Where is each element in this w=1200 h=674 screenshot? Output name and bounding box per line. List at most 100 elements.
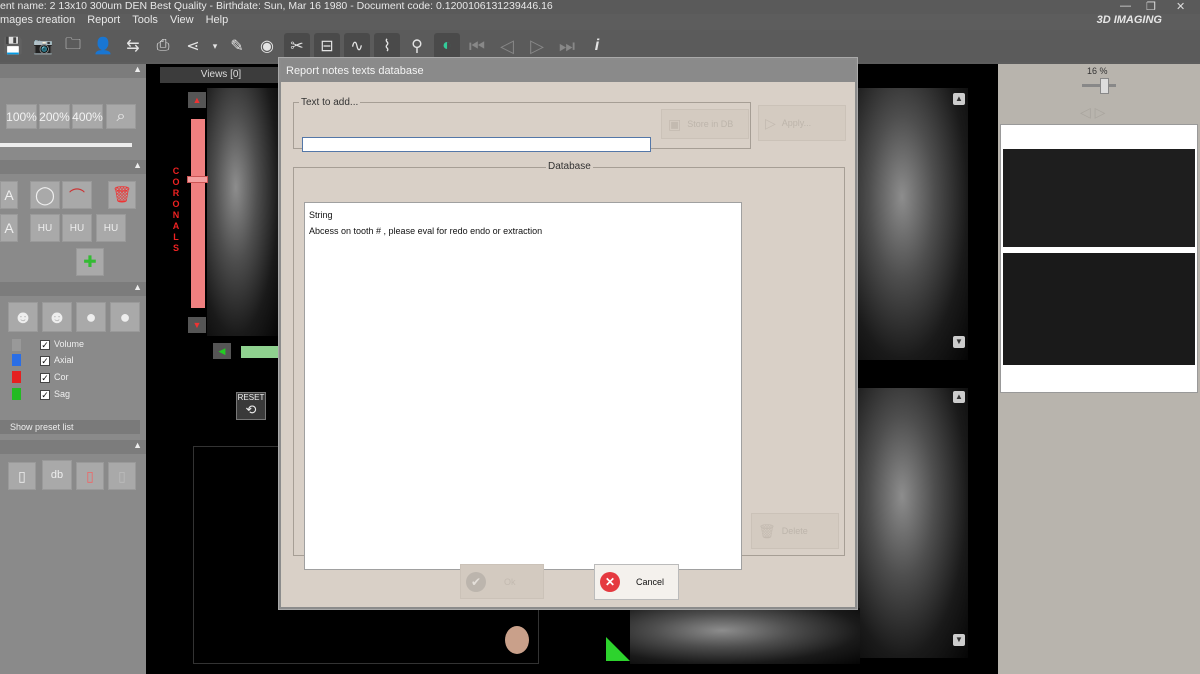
store-in-db-button[interactable]: ▣ Store in DB bbox=[661, 109, 749, 139]
info-icon[interactable]: i bbox=[584, 33, 610, 59]
coronal-down-button[interactable]: ▼ bbox=[188, 317, 206, 333]
coronal-slice-image[interactable] bbox=[207, 88, 279, 336]
share-icon[interactable]: ⋖ bbox=[180, 33, 206, 59]
curve-tool-icon[interactable]: ⌒ bbox=[62, 181, 92, 209]
panoramic-tool-icon[interactable]: ⊟ bbox=[314, 33, 340, 59]
transfer-icon[interactable]: ⇆ bbox=[120, 33, 146, 59]
scroll-down-icon[interactable]: ▼ bbox=[953, 634, 965, 646]
database-list[interactable]: String Abcess on tooth # , please eval f… bbox=[304, 202, 742, 570]
sag-swatch bbox=[12, 388, 21, 400]
head-back-icon[interactable]: ☻ bbox=[42, 302, 72, 332]
menu-bar: mages creation Report Tools View Help bbox=[0, 14, 228, 30]
angle-tool-icon[interactable]: A bbox=[0, 214, 18, 242]
head-front-icon[interactable]: ● bbox=[110, 302, 140, 332]
axial-checkbox[interactable]: ✓ bbox=[40, 356, 50, 366]
patient-icon[interactable]: 👤 bbox=[90, 33, 116, 59]
text-to-add-input[interactable] bbox=[302, 137, 651, 152]
previous-icon[interactable]: ◁ bbox=[494, 33, 520, 59]
coronal-up-button[interactable]: ▲ bbox=[188, 92, 206, 108]
trash-icon[interactable]: 🗑 bbox=[108, 181, 136, 209]
menu-report[interactable]: Report bbox=[87, 14, 120, 30]
trash-icon: 🗑 bbox=[758, 522, 776, 539]
apply-button[interactable]: ▷ Apply... bbox=[758, 105, 846, 141]
ok-button[interactable]: ✔ Ok bbox=[460, 564, 544, 599]
zoom-magnifier-icon[interactable]: ⌕ bbox=[106, 104, 136, 129]
cor-swatch bbox=[12, 371, 21, 383]
report-page-preview[interactable] bbox=[1000, 124, 1198, 393]
scroll-down-icon[interactable]: ▼ bbox=[953, 336, 965, 348]
axial-slice-image[interactable] bbox=[858, 88, 968, 360]
document-icon[interactable]: ▯ bbox=[8, 462, 36, 490]
preview-zoom-track[interactable] bbox=[1082, 84, 1116, 87]
first-icon[interactable]: ⏮ bbox=[464, 33, 490, 59]
menu-images-creation[interactable]: mages creation bbox=[0, 14, 75, 30]
delete-document-icon[interactable]: ▯ bbox=[76, 462, 104, 490]
preview-zoom-thumb[interactable] bbox=[1100, 78, 1109, 94]
measure-tool-icon[interactable]: ✂ bbox=[284, 33, 310, 59]
collapse-icon[interactable]: ▲ bbox=[133, 64, 142, 74]
dialog-title: Report notes texts database bbox=[281, 60, 855, 82]
zoom-100-button[interactable]: 100% bbox=[6, 104, 37, 129]
add-implant-icon[interactable]: ✚ bbox=[76, 248, 104, 276]
zoom-slider[interactable] bbox=[0, 143, 132, 147]
preview-prev-icon[interactable]: ◁ ▷ bbox=[1080, 104, 1105, 121]
sag-checkbox[interactable]: ✓ bbox=[40, 390, 50, 400]
maximize-icon[interactable]: ❐ bbox=[1146, 0, 1156, 13]
print-icon[interactable]: ⎙ bbox=[150, 33, 176, 59]
sagittal-slice-image[interactable] bbox=[858, 388, 968, 658]
list-item[interactable]: Abcess on tooth # , please eval for redo… bbox=[309, 223, 737, 239]
views-tab[interactable]: Views [0] bbox=[160, 67, 282, 83]
disabled-document-icon: ▯ bbox=[108, 462, 136, 490]
database-document-icon[interactable]: db bbox=[42, 460, 72, 490]
eye-icon[interactable]: ◉ bbox=[254, 33, 280, 59]
implant-icon[interactable]: ⚲ bbox=[404, 33, 430, 59]
close-folder-icon[interactable]: 🗀 bbox=[60, 33, 86, 59]
chevron-down-icon[interactable]: ▾ bbox=[210, 33, 220, 59]
head-top-icon[interactable]: ● bbox=[76, 302, 106, 332]
head-left-icon[interactable]: ☻ bbox=[8, 302, 38, 332]
next-icon[interactable]: ▷ bbox=[524, 33, 550, 59]
cancel-button[interactable]: ✕ Cancel bbox=[594, 564, 679, 600]
circle-tool-icon[interactable]: ◯ bbox=[30, 181, 60, 209]
text-tool-icon[interactable]: A bbox=[0, 181, 18, 209]
camera-icon[interactable]: 📷 bbox=[30, 33, 56, 59]
collapse-icon[interactable]: ▲ bbox=[133, 440, 142, 450]
scroll-up-icon[interactable]: ▲ bbox=[953, 93, 965, 105]
scroll-up-icon[interactable]: ▲ bbox=[953, 391, 965, 403]
coronal-slider-thumb[interactable] bbox=[187, 176, 208, 183]
coronals-label: CORONALS bbox=[172, 166, 180, 253]
hu-label: HU bbox=[103, 222, 119, 234]
save-icon[interactable]: 💾 bbox=[0, 33, 26, 59]
green-slider-bar[interactable] bbox=[241, 346, 279, 358]
zoom-200-button[interactable]: 200% bbox=[39, 104, 70, 129]
cross-section-image[interactable] bbox=[630, 608, 860, 664]
menu-help[interactable]: Help bbox=[206, 14, 229, 30]
reset-icon: ⟲ bbox=[245, 402, 257, 417]
hu-pointer-icon[interactable]: HU bbox=[30, 214, 60, 242]
save-icon: ▣ bbox=[668, 115, 682, 132]
clean-icon[interactable]: ✎ bbox=[224, 33, 250, 59]
collapse-icon[interactable]: ▲ bbox=[133, 282, 142, 292]
volume-checkbox[interactable]: ✓ bbox=[40, 340, 50, 350]
reset-button[interactable]: RESET ⟲ bbox=[236, 392, 266, 420]
close-icon[interactable]: ✕ bbox=[1176, 0, 1185, 13]
panoramic-thumbnail bbox=[1003, 149, 1195, 247]
cor-checkbox[interactable]: ✓ bbox=[40, 373, 50, 383]
collapse-icon[interactable]: ▲ bbox=[133, 160, 142, 170]
view-section-header: ▲ bbox=[0, 282, 146, 296]
segmentation-icon[interactable]: ◐ bbox=[434, 33, 460, 59]
nerve-tool-icon[interactable]: ∿ bbox=[344, 33, 370, 59]
last-icon[interactable]: ⏭ bbox=[554, 33, 580, 59]
delete-button[interactable]: 🗑 Delete bbox=[751, 513, 839, 549]
menu-view[interactable]: View bbox=[170, 14, 194, 30]
zoom-400-button[interactable]: 400% bbox=[72, 104, 103, 129]
coronal-slider[interactable] bbox=[191, 119, 205, 308]
hu-histogram-icon[interactable]: HU bbox=[62, 214, 92, 242]
cancel-icon: ✕ bbox=[600, 572, 620, 592]
minimize-icon[interactable]: — bbox=[1120, 0, 1131, 12]
play-left-icon[interactable]: ◀ bbox=[213, 343, 231, 359]
hu-area-icon[interactable]: HU bbox=[96, 214, 126, 242]
menu-tools[interactable]: Tools bbox=[132, 14, 158, 30]
show-preset-list-button[interactable]: Show preset list bbox=[0, 420, 140, 434]
implant-tool-icon[interactable]: ⌇ bbox=[374, 33, 400, 59]
